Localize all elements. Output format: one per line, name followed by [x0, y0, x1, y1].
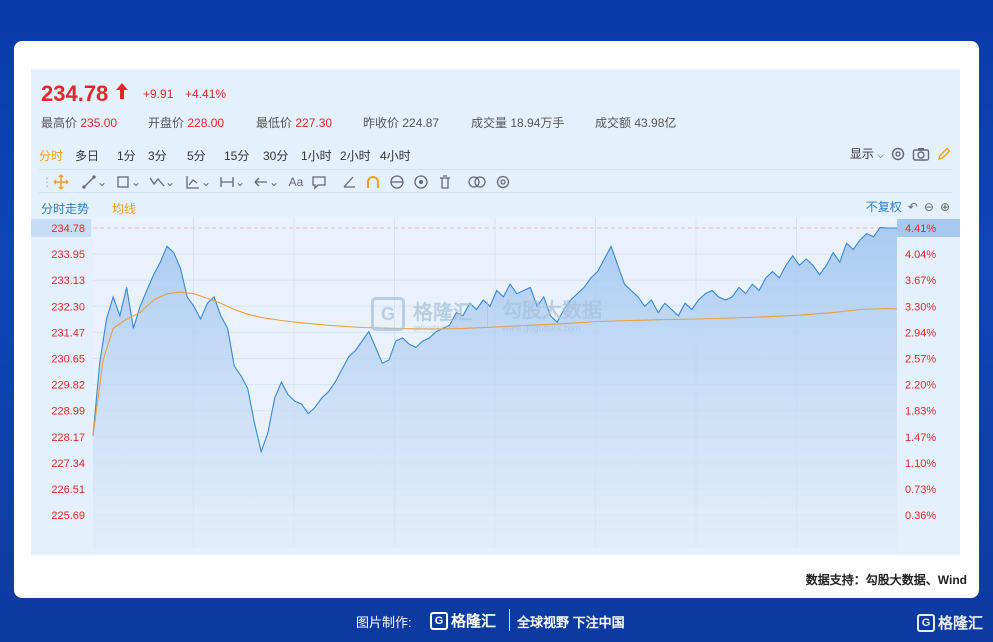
tab-period-7[interactable]: 1小时 — [301, 147, 332, 164]
tab-period-5[interactable]: 15分 — [224, 147, 249, 164]
stat-volume: 成交量 18.94万手 — [471, 116, 565, 130]
corner-brand: G 格隆汇 — [916, 612, 983, 633]
chart-card: 234.78 +9.91 +4.41% 最高价 235.00 开盘价 228.0… — [14, 41, 979, 598]
y-tick-left: 232.30 — [51, 301, 85, 313]
gear-icon[interactable] — [890, 146, 906, 162]
footer-slogan: 全球视野 下注中国 — [517, 615, 625, 630]
tab-period-1[interactable]: 多日 — [75, 147, 99, 164]
zoom-out-icon[interactable]: ⊖ — [924, 200, 934, 214]
y-tick-left: 225.69 — [51, 510, 85, 522]
tab-period-8[interactable]: 2小时 — [340, 147, 371, 164]
arrow-left-icon[interactable] — [253, 174, 269, 190]
undo-icon[interactable]: ↶ — [908, 200, 918, 214]
y-tick-right: 4.04% — [905, 249, 936, 261]
chevron-down-icon[interactable]: ⌄ — [269, 174, 279, 190]
y-tick-right: 3.30% — [905, 301, 936, 313]
line-tool-icon[interactable] — [81, 174, 97, 190]
tab-avg-line[interactable]: 均线 — [112, 200, 136, 217]
settings-icon[interactable] — [495, 174, 511, 190]
rect-tool-icon[interactable] — [115, 174, 131, 190]
footer-brand: G 格隆汇 — [430, 610, 496, 631]
y-tick-right: 3.67% — [905, 275, 936, 287]
y-tick-left-current: 234.78 — [51, 223, 85, 235]
footer-bar: 图片制作: G 格隆汇 全球视野 下注中国 — [0, 606, 993, 636]
adjust-dropdown[interactable]: 不复权 — [866, 198, 902, 215]
last-price: 234.78 — [41, 81, 109, 106]
y-tick-right: 2.57% — [905, 354, 936, 366]
tab-period-9[interactable]: 4小时 — [380, 147, 411, 164]
pencil-icon[interactable] — [936, 146, 952, 162]
eye-icon[interactable] — [413, 174, 429, 190]
tab-period-6[interactable]: 30分 — [263, 147, 288, 164]
tab-intraday[interactable]: 分时走势 — [41, 200, 89, 217]
chevron-down-icon[interactable]: ⌄ — [235, 174, 245, 190]
drawing-toolbar: ⋮ ⌄ ⌄ ⌄ ⌄ ⌄ ⌄ Aa — [39, 169, 952, 193]
measure-tool-icon[interactable] — [219, 174, 235, 190]
right-tools: 显示 ⌵ — [850, 145, 952, 162]
y-tick-right: 0.36% — [905, 510, 936, 522]
toolbar-grip-icon: ⋮ — [41, 175, 53, 189]
move-icon[interactable] — [53, 174, 69, 190]
y-tick-right-current: 4.41% — [905, 223, 936, 235]
y-tick-left: 229.82 — [51, 380, 85, 392]
data-source: 数据支持：勾股大数据、Wind — [805, 573, 967, 587]
gelonghui-logo-icon: G — [430, 611, 448, 630]
tab-period-4[interactable]: 5分 — [187, 147, 206, 164]
gelonghui-logo-icon: G — [371, 296, 405, 331]
chevron-down-icon[interactable]: ⌄ — [131, 174, 141, 190]
chevron-down-icon[interactable]: ⌄ — [201, 174, 211, 190]
stat-low: 最低价 227.30 — [256, 116, 333, 130]
zoom-in-icon[interactable]: ⊕ — [940, 200, 950, 214]
tab-period-0[interactable]: 分时 — [39, 147, 63, 164]
y-tick-left: 230.65 — [51, 354, 85, 366]
y-tick-right: 0.73% — [905, 484, 936, 496]
angle-tool-icon[interactable] — [341, 174, 357, 190]
stat-high: 最高价 235.00 — [41, 116, 118, 130]
made-by-label: 图片制作: — [356, 615, 412, 630]
y-tick-right: 2.20% — [905, 380, 936, 392]
y-tick-left: 226.51 — [51, 484, 85, 496]
y-tick-right: 1.10% — [905, 458, 936, 470]
camera-icon[interactable] — [912, 146, 930, 162]
y-tick-right: 1.83% — [905, 406, 936, 418]
y-tick-left: 233.95 — [51, 249, 85, 261]
lock-icon[interactable] — [389, 174, 405, 190]
price-change: +9.91 — [143, 87, 174, 101]
y-tick-left: 233.13 — [51, 275, 85, 287]
y-tick-left: 231.47 — [51, 327, 85, 339]
y-tick-left: 228.99 — [51, 406, 85, 418]
y-tick-right: 1.47% — [905, 432, 936, 444]
fib-tool-icon[interactable] — [185, 174, 201, 190]
intraday-chart[interactable]: 234.78 4.41% 233.95 4.04% 233.13 3.67% 232.30 3… — [31, 218, 960, 555]
tab-period-3[interactable]: 3分 — [148, 147, 167, 164]
stat-prev-close: 昨收价 224.87 — [363, 116, 440, 130]
chevron-down-icon[interactable]: ⌄ — [97, 174, 107, 190]
y-tick-left: 227.34 — [51, 458, 85, 470]
chevron-down-icon[interactable]: ⌄ — [165, 174, 175, 190]
watermark: G 格隆汇 gelonghui.com 勾股大数据 www.gogudata.c… — [371, 294, 602, 333]
gelonghui-logo-icon: G — [916, 613, 935, 632]
stat-open: 开盘价 228.00 — [148, 116, 225, 130]
price-change-pct: +4.41% — [185, 87, 227, 101]
up-arrow-icon — [116, 83, 128, 99]
chart-panel: 234.78 +9.91 +4.41% 最高价 235.00 开盘价 228.0… — [31, 69, 960, 555]
stat-turnover: 成交额 43.98亿 — [595, 116, 677, 130]
wave-tool-icon[interactable] — [149, 174, 165, 190]
magnet-icon[interactable] — [365, 174, 381, 190]
text-tool-icon[interactable]: Aa — [287, 174, 305, 190]
adjust-controls: 不复权 ↶ ⊖ ⊕ — [866, 198, 950, 215]
tab-period-2[interactable]: 1分 — [117, 147, 136, 164]
y-tick-right: 2.94% — [905, 327, 936, 339]
y-tick-left: 228.17 — [51, 432, 85, 444]
compare-icon[interactable] — [467, 174, 487, 190]
comment-icon[interactable] — [311, 174, 327, 190]
display-dropdown[interactable]: 显示 ⌵ — [850, 145, 884, 162]
trash-icon[interactable] — [437, 174, 453, 190]
